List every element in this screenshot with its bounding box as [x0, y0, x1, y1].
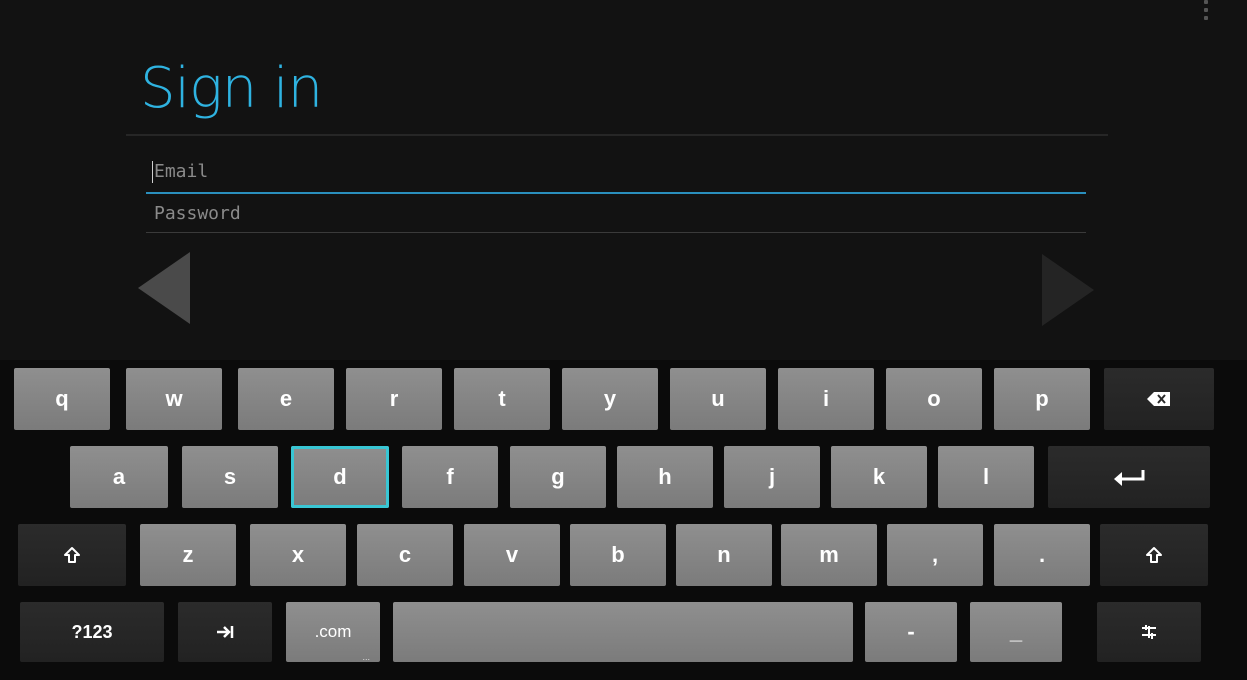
- key-w[interactable]: w: [126, 368, 222, 430]
- space-key[interactable]: [393, 602, 853, 662]
- key-p[interactable]: p: [994, 368, 1090, 430]
- key-dash[interactable]: -: [865, 602, 957, 662]
- symbols-key[interactable]: ?123: [20, 602, 164, 662]
- overflow-menu-icon[interactable]: [1203, 0, 1209, 20]
- keyboard-settings-icon: [1142, 625, 1156, 639]
- password-field[interactable]: Password: [146, 198, 1086, 233]
- key-g[interactable]: g: [510, 446, 606, 508]
- shift-icon: [64, 547, 80, 563]
- shift-icon: [1146, 547, 1162, 563]
- enter-key[interactable]: [1048, 446, 1210, 508]
- key-i[interactable]: i: [778, 368, 874, 430]
- email-placeholder: Email: [154, 161, 209, 182]
- keyboard-settings-key[interactable]: [1097, 602, 1201, 662]
- key-underscore[interactable]: _: [970, 602, 1062, 662]
- page-title: Sign in: [140, 56, 323, 121]
- key-e[interactable]: e: [238, 368, 334, 430]
- key-d[interactable]: d: [291, 446, 389, 508]
- shift-left-key[interactable]: [18, 524, 126, 586]
- shift-right-key[interactable]: [1100, 524, 1208, 586]
- key-s[interactable]: s: [182, 446, 278, 508]
- key-h[interactable]: h: [617, 446, 713, 508]
- soft-keyboard: q w e r t y u i o p a s d f g h j k l z …: [0, 360, 1247, 680]
- text-cursor: [152, 161, 153, 183]
- email-field[interactable]: Email: [146, 156, 1086, 194]
- tab-icon: [217, 626, 234, 638]
- enter-icon: [1114, 470, 1145, 486]
- key-y[interactable]: y: [562, 368, 658, 430]
- key-t[interactable]: t: [454, 368, 550, 430]
- tab-key[interactable]: [178, 602, 272, 662]
- back-arrow-icon[interactable]: [138, 252, 190, 324]
- key-n[interactable]: n: [676, 524, 772, 586]
- key-u[interactable]: u: [670, 368, 766, 430]
- key-m[interactable]: m: [781, 524, 877, 586]
- key-comma[interactable]: ,: [887, 524, 983, 586]
- key-b[interactable]: b: [570, 524, 666, 586]
- title-divider: [126, 134, 1108, 136]
- key-a[interactable]: a: [70, 446, 168, 508]
- key-q[interactable]: q: [14, 368, 110, 430]
- key-v[interactable]: v: [464, 524, 560, 586]
- key-x[interactable]: x: [250, 524, 346, 586]
- password-placeholder: Password: [154, 203, 241, 224]
- backspace-key[interactable]: [1104, 368, 1214, 430]
- dotcom-label: .com: [314, 622, 352, 641]
- key-f[interactable]: f: [402, 446, 498, 508]
- next-arrow-icon[interactable]: [1042, 254, 1094, 326]
- key-period[interactable]: .: [994, 524, 1090, 586]
- backspace-icon: [1147, 392, 1170, 406]
- dotcom-key[interactable]: .com ...: [286, 602, 380, 662]
- key-l[interactable]: l: [938, 446, 1034, 508]
- key-z[interactable]: z: [140, 524, 236, 586]
- key-c[interactable]: c: [357, 524, 453, 586]
- key-r[interactable]: r: [346, 368, 442, 430]
- key-k[interactable]: k: [831, 446, 927, 508]
- key-o[interactable]: o: [886, 368, 982, 430]
- key-j[interactable]: j: [724, 446, 820, 508]
- dotcom-more-indicator: ...: [362, 652, 370, 662]
